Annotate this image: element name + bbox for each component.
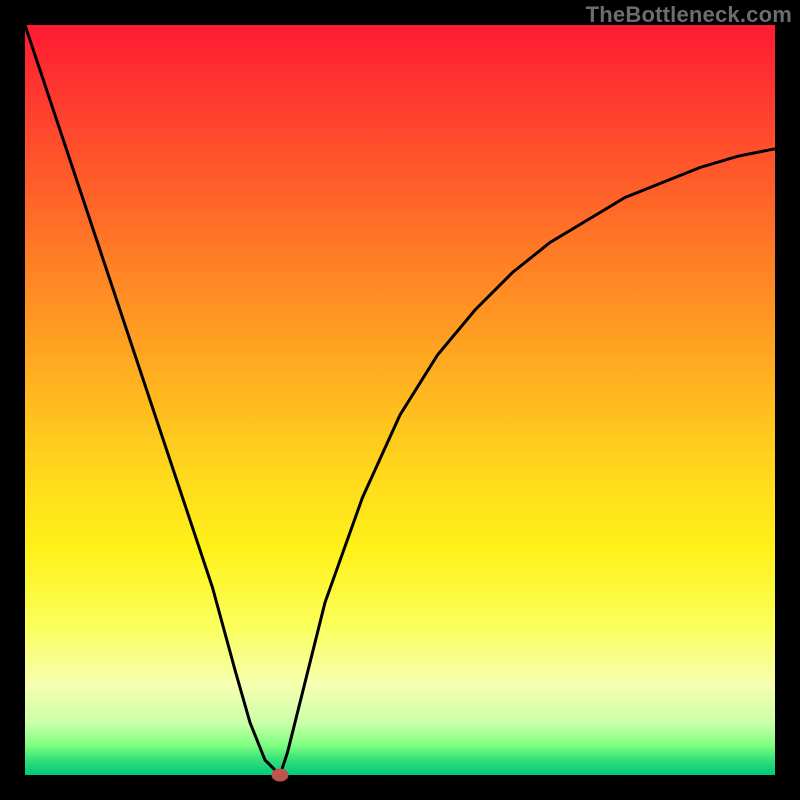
bottleneck-curve [25, 25, 775, 775]
optimal-point-marker [272, 769, 288, 781]
chart-frame: TheBottleneck.com [0, 0, 800, 800]
chart-svg [25, 25, 775, 775]
plot-area [25, 25, 775, 775]
